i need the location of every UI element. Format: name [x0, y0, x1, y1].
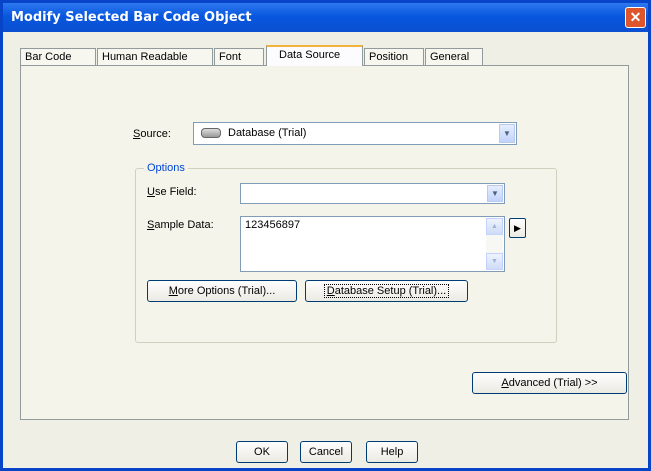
close-icon: ✕ — [629, 9, 642, 25]
cancel-label: Cancel — [308, 446, 344, 458]
scroll-up-icon[interactable]: ▲ — [486, 218, 503, 235]
ok-label: OK — [254, 446, 270, 458]
source-selected-value: Database (Trial) — [201, 127, 306, 139]
tab-data-source[interactable]: Data Source — [266, 45, 363, 66]
tab-bar-code[interactable]: Bar Code — [20, 48, 96, 65]
source-label: Source: — [133, 128, 171, 140]
title-bar[interactable]: Modify Selected Bar Code Object ✕ — [3, 3, 648, 32]
ok-button[interactable]: OK — [236, 441, 288, 463]
help-button[interactable]: Help — [366, 441, 418, 463]
tab-general[interactable]: General — [425, 48, 483, 65]
use-field-combobox[interactable]: ▼ — [240, 183, 505, 204]
help-label: Help — [380, 446, 404, 458]
tab-label: Font — [219, 51, 242, 63]
sample-data-scrollbar[interactable]: ▲ ▼ — [486, 218, 503, 270]
more-options-label: More Options (Trial)... — [168, 285, 276, 297]
chevron-down-icon[interactable]: ▼ — [499, 124, 515, 143]
tab-label: Human Readable — [102, 51, 188, 63]
database-icon — [201, 128, 221, 139]
tab-label: Data Source — [279, 49, 341, 61]
play-arrow-icon: ▶ — [514, 222, 521, 233]
sample-data-value: 123456897 — [245, 219, 301, 231]
tab-human-readable[interactable]: Human Readable — [97, 48, 213, 65]
close-button[interactable]: ✕ — [625, 7, 646, 28]
advanced-button[interactable]: Advanced (Trial) >> — [472, 372, 627, 394]
tab-label: Position — [369, 51, 409, 63]
source-value-text: Database (Trial) — [228, 127, 307, 139]
scroll-down-icon[interactable]: ▼ — [486, 253, 503, 270]
sample-data-label: Sample Data: — [147, 219, 214, 231]
database-setup-button[interactable]: Database Setup (Trial)... — [305, 280, 468, 302]
sample-data-textarea[interactable]: 123456897 ▲ ▼ — [240, 216, 505, 272]
source-combobox[interactable]: Database (Trial) ▼ — [193, 122, 517, 145]
insert-arrow-button[interactable]: ▶ — [509, 218, 526, 238]
use-field-label: Use Field: — [147, 186, 197, 198]
advanced-label: Advanced (Trial) >> — [501, 377, 598, 389]
window-title: Modify Selected Bar Code Object — [11, 10, 252, 25]
database-setup-label: Database Setup (Trial)... — [323, 284, 450, 298]
tab-label: General — [430, 51, 470, 63]
tab-font[interactable]: Font — [214, 48, 264, 65]
tab-position[interactable]: Position — [364, 48, 424, 65]
more-options-button[interactable]: More Options (Trial)... — [147, 280, 297, 302]
cancel-button[interactable]: Cancel — [300, 441, 352, 463]
tab-label: Bar Code — [25, 51, 72, 63]
options-group-title: Options — [144, 162, 188, 174]
chevron-down-icon[interactable]: ▼ — [487, 185, 503, 202]
